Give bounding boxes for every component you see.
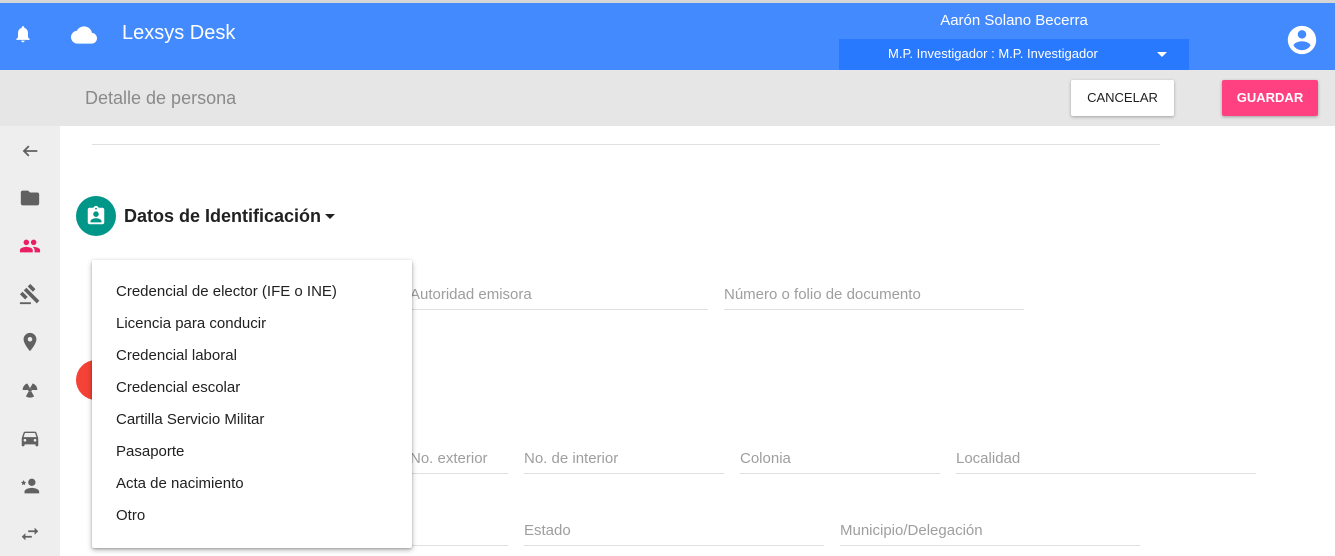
role-select-value: M.P. Investigador : M.P. Investigador [888, 46, 1098, 61]
person-star-icon[interactable] [19, 475, 41, 497]
municipio-input[interactable] [840, 520, 1140, 539]
cloud-icon [71, 22, 97, 48]
section-divider [92, 144, 1160, 145]
car-icon[interactable] [19, 427, 41, 449]
gavel-icon[interactable] [19, 283, 41, 305]
badge-id-icon [85, 205, 107, 227]
page-title: Detalle de persona [85, 88, 237, 108]
calle-input[interactable] [410, 520, 508, 539]
page-toolbar: Detalle de persona CANCELAR GUARDAR [0, 70, 1335, 126]
localidad-input[interactable] [956, 448, 1256, 467]
dropdown-option[interactable]: Licencia para conducir [92, 308, 412, 340]
autoridad-emisora-field[interactable] [410, 284, 708, 310]
section-title[interactable]: Datos de Identificación [124, 206, 321, 227]
no-exterior-input[interactable] [410, 448, 508, 467]
dropdown-option[interactable]: Otro [92, 500, 412, 532]
swap-arrows-icon[interactable] [19, 523, 41, 545]
section-icon-badge [76, 196, 116, 236]
account-circle-icon[interactable] [1285, 23, 1319, 57]
no-interior-field[interactable] [524, 448, 724, 474]
estado-field[interactable] [524, 520, 824, 546]
caret-down-icon[interactable] [325, 214, 335, 219]
folio-documento-field[interactable] [724, 284, 1024, 310]
sidebar [0, 126, 60, 556]
calle-field[interactable] [410, 520, 508, 546]
no-interior-input[interactable] [524, 448, 724, 467]
folder-icon[interactable] [19, 187, 41, 209]
people-icon[interactable] [19, 235, 41, 257]
dropdown-option[interactable]: Acta de nacimiento [92, 468, 412, 500]
top-app-bar: Lexsys Desk Aarón Solano Becerra M.P. In… [0, 3, 1335, 70]
dropdown-option[interactable]: Credencial laboral [92, 340, 412, 372]
dropdown-option[interactable]: Credencial escolar [92, 372, 412, 404]
municipio-field[interactable] [840, 520, 1140, 546]
radioactive-icon[interactable] [19, 379, 41, 401]
localidad-field[interactable] [956, 448, 1256, 474]
dropdown-option[interactable]: Pasaporte [92, 436, 412, 468]
bell-icon[interactable] [13, 23, 33, 45]
save-button[interactable]: GUARDAR [1222, 80, 1318, 116]
app-title: Lexsys Desk [122, 22, 236, 44]
caret-down-icon [1157, 52, 1167, 57]
dropdown-option[interactable]: Cartilla Servicio Militar [92, 404, 412, 436]
user-name: Aarón Solano Becerra [940, 12, 1088, 29]
dropdown-option[interactable]: Credencial de elector (IFE o INE) [92, 276, 412, 308]
location-pin-icon[interactable] [19, 331, 41, 353]
back-arrow-icon[interactable] [19, 140, 41, 162]
estado-input[interactable] [524, 520, 824, 539]
colonia-field[interactable] [740, 448, 940, 474]
role-select[interactable]: M.P. Investigador : M.P. Investigador [839, 39, 1189, 70]
folio-documento-input[interactable] [724, 284, 1024, 303]
cancel-button[interactable]: CANCELAR [1071, 80, 1174, 116]
colonia-input[interactable] [740, 448, 940, 467]
autoridad-emisora-input[interactable] [410, 284, 708, 303]
document-type-dropdown: Credencial de elector (IFE o INE) Licenc… [92, 260, 412, 548]
no-exterior-field[interactable] [410, 448, 508, 474]
